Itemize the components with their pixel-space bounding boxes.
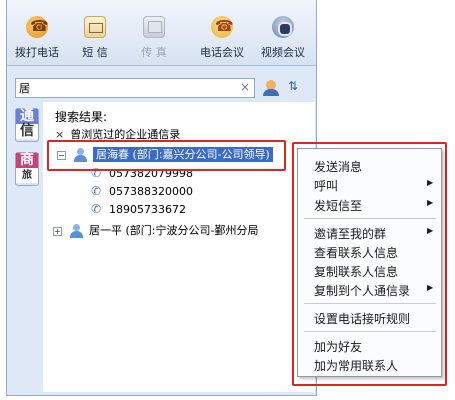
submenu-arrow-icon: ▶	[427, 226, 434, 235]
submenu-arrow-icon: ▶	[427, 198, 434, 207]
tab-business-top: 商	[16, 153, 38, 168]
video-conference-label: 视频会议	[261, 46, 305, 59]
menu-item-call-rules[interactable]: 设置电话接听规则	[314, 310, 410, 327]
tab-directory-top: 通	[16, 109, 38, 124]
clear-icon[interactable]: ×	[240, 80, 250, 94]
submenu-arrow-icon: ▶	[427, 283, 434, 292]
expand-icon[interactable]: +	[53, 226, 62, 236]
tab-business-travel[interactable]: 商 旅	[15, 152, 39, 186]
phone-number: 057388320000	[109, 185, 193, 198]
person-search-icon[interactable]	[263, 79, 283, 97]
conference-call-icon	[211, 16, 234, 38]
menu-item-invite-group[interactable]: 邀请至我的群 ▶	[314, 225, 433, 242]
results-title: 搜索结果:	[55, 110, 108, 124]
menu-item-label: 邀请至我的群	[314, 227, 387, 241]
tab-business-bottom: 旅	[16, 168, 38, 183]
tab-directory-bottom: 信	[16, 124, 38, 139]
highlight-box-contact	[47, 140, 286, 171]
menu-item-label: 复制联系人信息	[314, 265, 399, 279]
menu-item-label: 加为好友	[314, 340, 363, 354]
menu-item-label: 呼叫	[314, 179, 339, 193]
context-menu: 发送消息 呼叫 ▶ 发短信至 ▶ 邀请至我的群 ▶ 查看联系人信息 复制联系人信息 复…	[297, 148, 442, 377]
phone-icon	[26, 16, 49, 38]
contact-dept: (部门:宁波分公司-鄞州分局	[125, 224, 259, 237]
fax-label: 传 真	[141, 46, 167, 59]
contact-name: 居一平	[89, 224, 122, 237]
video-conference-icon	[272, 16, 294, 38]
menu-item-send-message[interactable]: 发送消息	[314, 158, 362, 175]
menu-item-view-contact[interactable]: 查看联系人信息	[314, 244, 398, 261]
menu-item-label: 复制到个人通信录	[314, 284, 411, 298]
phone-row[interactable]: ✆ 18905733672	[91, 202, 186, 216]
conference-call-label: 电话会议	[200, 46, 244, 59]
tab-directory[interactable]: 通 信	[15, 108, 39, 142]
menu-item-add-friend[interactable]: 加为好友	[314, 338, 362, 355]
video-conference-button[interactable]: 视频会议	[257, 16, 309, 64]
menu-item-label: 加为常用联系人	[314, 359, 399, 373]
phone-icon: ✆	[91, 202, 102, 216]
menu-item-copy-personal[interactable]: 复制到个人通信录 ▶	[314, 282, 433, 299]
menu-separator	[304, 331, 436, 332]
menu-item-sms-to[interactable]: 发短信至 ▶	[314, 197, 433, 214]
menu-item-label: 设置电话接听规则	[314, 312, 411, 326]
fax-icon	[143, 16, 165, 38]
sms-icon	[84, 16, 106, 38]
search-box: ×	[15, 78, 255, 98]
sort-icon[interactable]: ⇅	[288, 79, 308, 97]
sms-label: 短 信	[82, 46, 108, 59]
menu-item-add-frequent[interactable]: 加为常用联系人	[314, 357, 398, 374]
call-label: 拨打电话	[15, 46, 59, 59]
person-icon	[69, 223, 84, 239]
menu-separator	[304, 218, 436, 219]
phone-icon: ✆	[91, 184, 102, 198]
menu-item-label: 发送消息	[314, 160, 363, 174]
phone-row[interactable]: ✆ 057388320000	[91, 184, 193, 198]
search-input[interactable]	[19, 80, 229, 96]
menu-separator	[304, 303, 436, 304]
call-button[interactable]: 拨打电话	[13, 16, 61, 64]
submenu-arrow-icon: ▶	[427, 178, 434, 187]
phone-number: 18905733672	[109, 203, 186, 216]
menu-item-label: 查看联系人信息	[314, 246, 399, 260]
conference-call-button[interactable]: 电话会议	[197, 16, 247, 64]
contacts-window: 拨打电话 短 信 传 真 电话会议 视频会议 × ⇅ 通 信 商 旅 搜索结果:	[6, 0, 317, 396]
toolbar: 拨打电话 短 信 传 真 电话会议 视频会议	[7, 0, 316, 66]
sms-button[interactable]: 短 信	[75, 16, 115, 64]
menu-item-label: 发短信至	[314, 199, 363, 213]
contact-row[interactable]: + 居一平 (部门:宁波分公司-鄞州分局	[53, 222, 258, 239]
menu-item-copy-contact[interactable]: 复制联系人信息	[314, 263, 398, 280]
fax-button[interactable]: 传 真	[134, 16, 174, 64]
menu-item-call[interactable]: 呼叫 ▶	[314, 177, 433, 194]
